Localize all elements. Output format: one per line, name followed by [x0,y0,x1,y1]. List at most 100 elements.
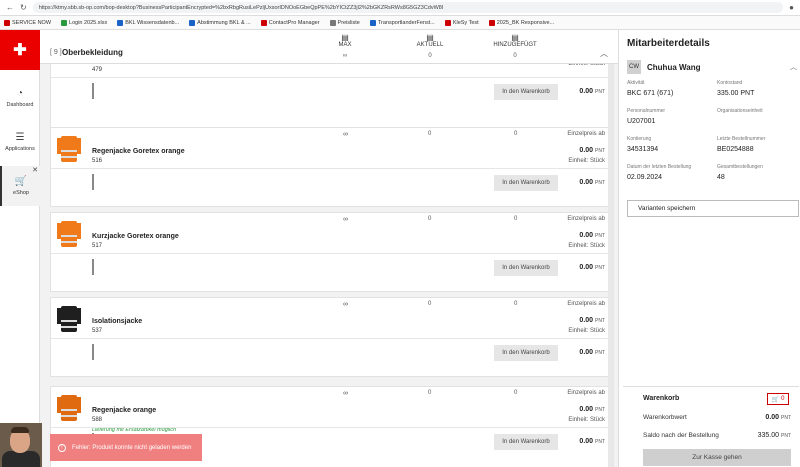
added-value: 0 [514,216,518,222]
field-label: Letzte Bestellnummer [717,136,766,142]
unit-price: 0.00 PNT [579,232,605,239]
max-value: ∞ [343,216,348,223]
unit-price: 0.00 PNT [579,147,605,154]
cart-icon: 🛒 [771,396,780,403]
add-to-cart-button[interactable]: In den Warenkorb [494,175,558,191]
bookmark-item[interactable]: ContactPro Manager [260,19,320,26]
cart-count: 0 [781,396,785,402]
add-to-cart-button[interactable]: In den Warenkorb [494,434,558,450]
unit-price: 0.00 PNT [579,406,605,413]
category-count: [ 9 ] [50,49,62,56]
profile-icon[interactable]: ● [789,3,794,12]
bookmark-item[interactable]: KleSy Test [444,19,479,26]
bookmark-label: 2025_BK Responsive... [496,19,555,26]
add-to-cart-button[interactable]: In den Warenkorb [494,345,558,361]
product-code: 516 [92,158,103,164]
scrollbar[interactable] [608,64,614,467]
product-name[interactable]: Regenjacke Goretex orange [92,148,185,155]
field-value: 02.09.2024 [627,174,663,181]
unit-price: 0.00 PNT [579,317,605,324]
cart-badge[interactable]: 🛒 0 [767,393,789,405]
divider [51,427,609,428]
bookmark-icon [369,19,376,26]
add-to-cart-button[interactable]: In den Warenkorb [494,260,558,276]
product-image[interactable] [57,391,81,425]
max-value: ∞ [343,301,348,308]
unit-label: Einheit: Stück [568,328,605,334]
cart-value-label: Warenkorbwert [643,414,687,421]
max-value: ∞ [343,131,348,138]
checkout-button[interactable]: Zur Kasse gehen [643,449,791,466]
quantity-input[interactable] [92,174,94,190]
bookmark-label: SERVICE NOW [12,19,52,26]
bookmark-item[interactable]: Abstimmung BKL & ... [189,19,251,26]
nav-label-eshop: eShop [13,190,29,196]
line-total: 0.00 PNT [579,179,605,186]
close-icon[interactable]: ✕ [32,166,38,174]
bookmark-item[interactable]: SERVICE NOW [4,19,52,26]
panel-title: Mitarbeiterdetails [627,38,710,49]
employee-name: Chuhua Wang [647,62,701,72]
bookmark-item[interactable]: BKL Wissensdatenb... [117,19,179,26]
chevron-up-icon[interactable]: ︿ [600,48,608,59]
column-actual-value: 0 [428,53,432,59]
balance-label: Saldo nach der Bestellung [643,432,719,439]
refresh-icon[interactable]: ↻ [20,3,27,12]
cart-summary: Warenkorb 🛒 0 Warenkorbwert 0.00 PNT Sald… [623,386,799,467]
actual-value: 0 [428,131,432,137]
save-variants-button[interactable]: Varianten speichern [627,200,799,217]
nav-item-eshop[interactable]: ✕ 🛒 eShop [0,166,40,206]
list-icon: ▤ [426,33,434,42]
add-to-cart-button[interactable]: In den Warenkorb [494,84,558,100]
actual-value: 0 [428,301,432,307]
product-code: 517 [92,243,103,249]
line-total: 0.00 PNT [579,88,605,95]
bookmark-item[interactable]: Preisliste [329,19,360,26]
quantity-input[interactable] [92,259,94,275]
column-added-label: HINZUGEFÜGT [493,42,537,48]
line-total: 0.00 PNT [579,264,605,271]
product-name[interactable]: Isolationsjacke [92,318,142,325]
divider [51,338,609,339]
bookmark-item[interactable]: 2025_BK Responsive... [488,19,555,26]
field-value: BKC 671 (671) [627,90,674,97]
chevron-up-icon[interactable]: ︿ [790,62,797,72]
bookmark-icon [61,19,68,26]
divider [51,253,609,254]
product-image[interactable] [57,302,81,336]
back-icon[interactable]: ← [6,3,14,12]
employee-details-panel: Mitarbeiterdetails CW Chuhua Wang ︿ Akti… [618,30,800,467]
employee-header[interactable]: CW Chuhua Wang ︿ [627,60,797,74]
nav-item-applications[interactable]: ☰ Applications [0,122,40,162]
error-message: Fehler: Produkt konnte nicht geladen wer… [72,444,192,451]
actual-value: 0 [428,390,432,396]
product-name[interactable]: Kurzjacke Goretex orange [92,233,179,240]
added-value: 0 [514,390,518,396]
added-value: 0 [514,301,518,307]
product-code: 537 [92,328,103,334]
field-label: Personalnummer [627,108,666,114]
product-name[interactable]: Regenjacke orange [92,407,156,414]
bookmark-item[interactable]: TransportlanderFenst... [369,19,435,26]
quantity-input[interactable] [92,83,94,99]
nav-item-dashboard[interactable]: ◔ Dashboard [0,78,40,118]
bookmark-icon [117,19,124,26]
field-label: Datum der letzten Bestellung [627,164,692,170]
bookmark-label: Preisliste [337,19,360,26]
list-add-icon: ▤ [511,33,519,42]
product-card: Pullover orange479∞00Einheit: StückIn de… [50,53,610,134]
product-image[interactable] [57,217,81,251]
sbb-logo[interactable]: ✚ [0,30,40,70]
field-value: 335.00 PNT [717,90,755,97]
price-label: Einzelpreis ab [567,216,605,222]
error-icon: ! [58,443,66,452]
nav-label-applications: Applications [5,146,35,152]
error-toast[interactable]: ! Fehler: Produkt konnte nicht geladen w… [50,434,202,461]
category-title: Oberbekleidung [62,48,123,57]
added-value: 0 [514,131,518,137]
bookmarks-bar: SERVICE NOW Login 2025.xlsx BKL Wissensdat… [0,16,800,30]
address-bar[interactable]: https://ktmy.sbb.sb-op.com/bop-desktop?B… [32,2,784,13]
product-image[interactable] [57,132,81,166]
bookmark-item[interactable]: Login 2025.xlsx [61,19,107,26]
quantity-input[interactable] [92,344,94,360]
